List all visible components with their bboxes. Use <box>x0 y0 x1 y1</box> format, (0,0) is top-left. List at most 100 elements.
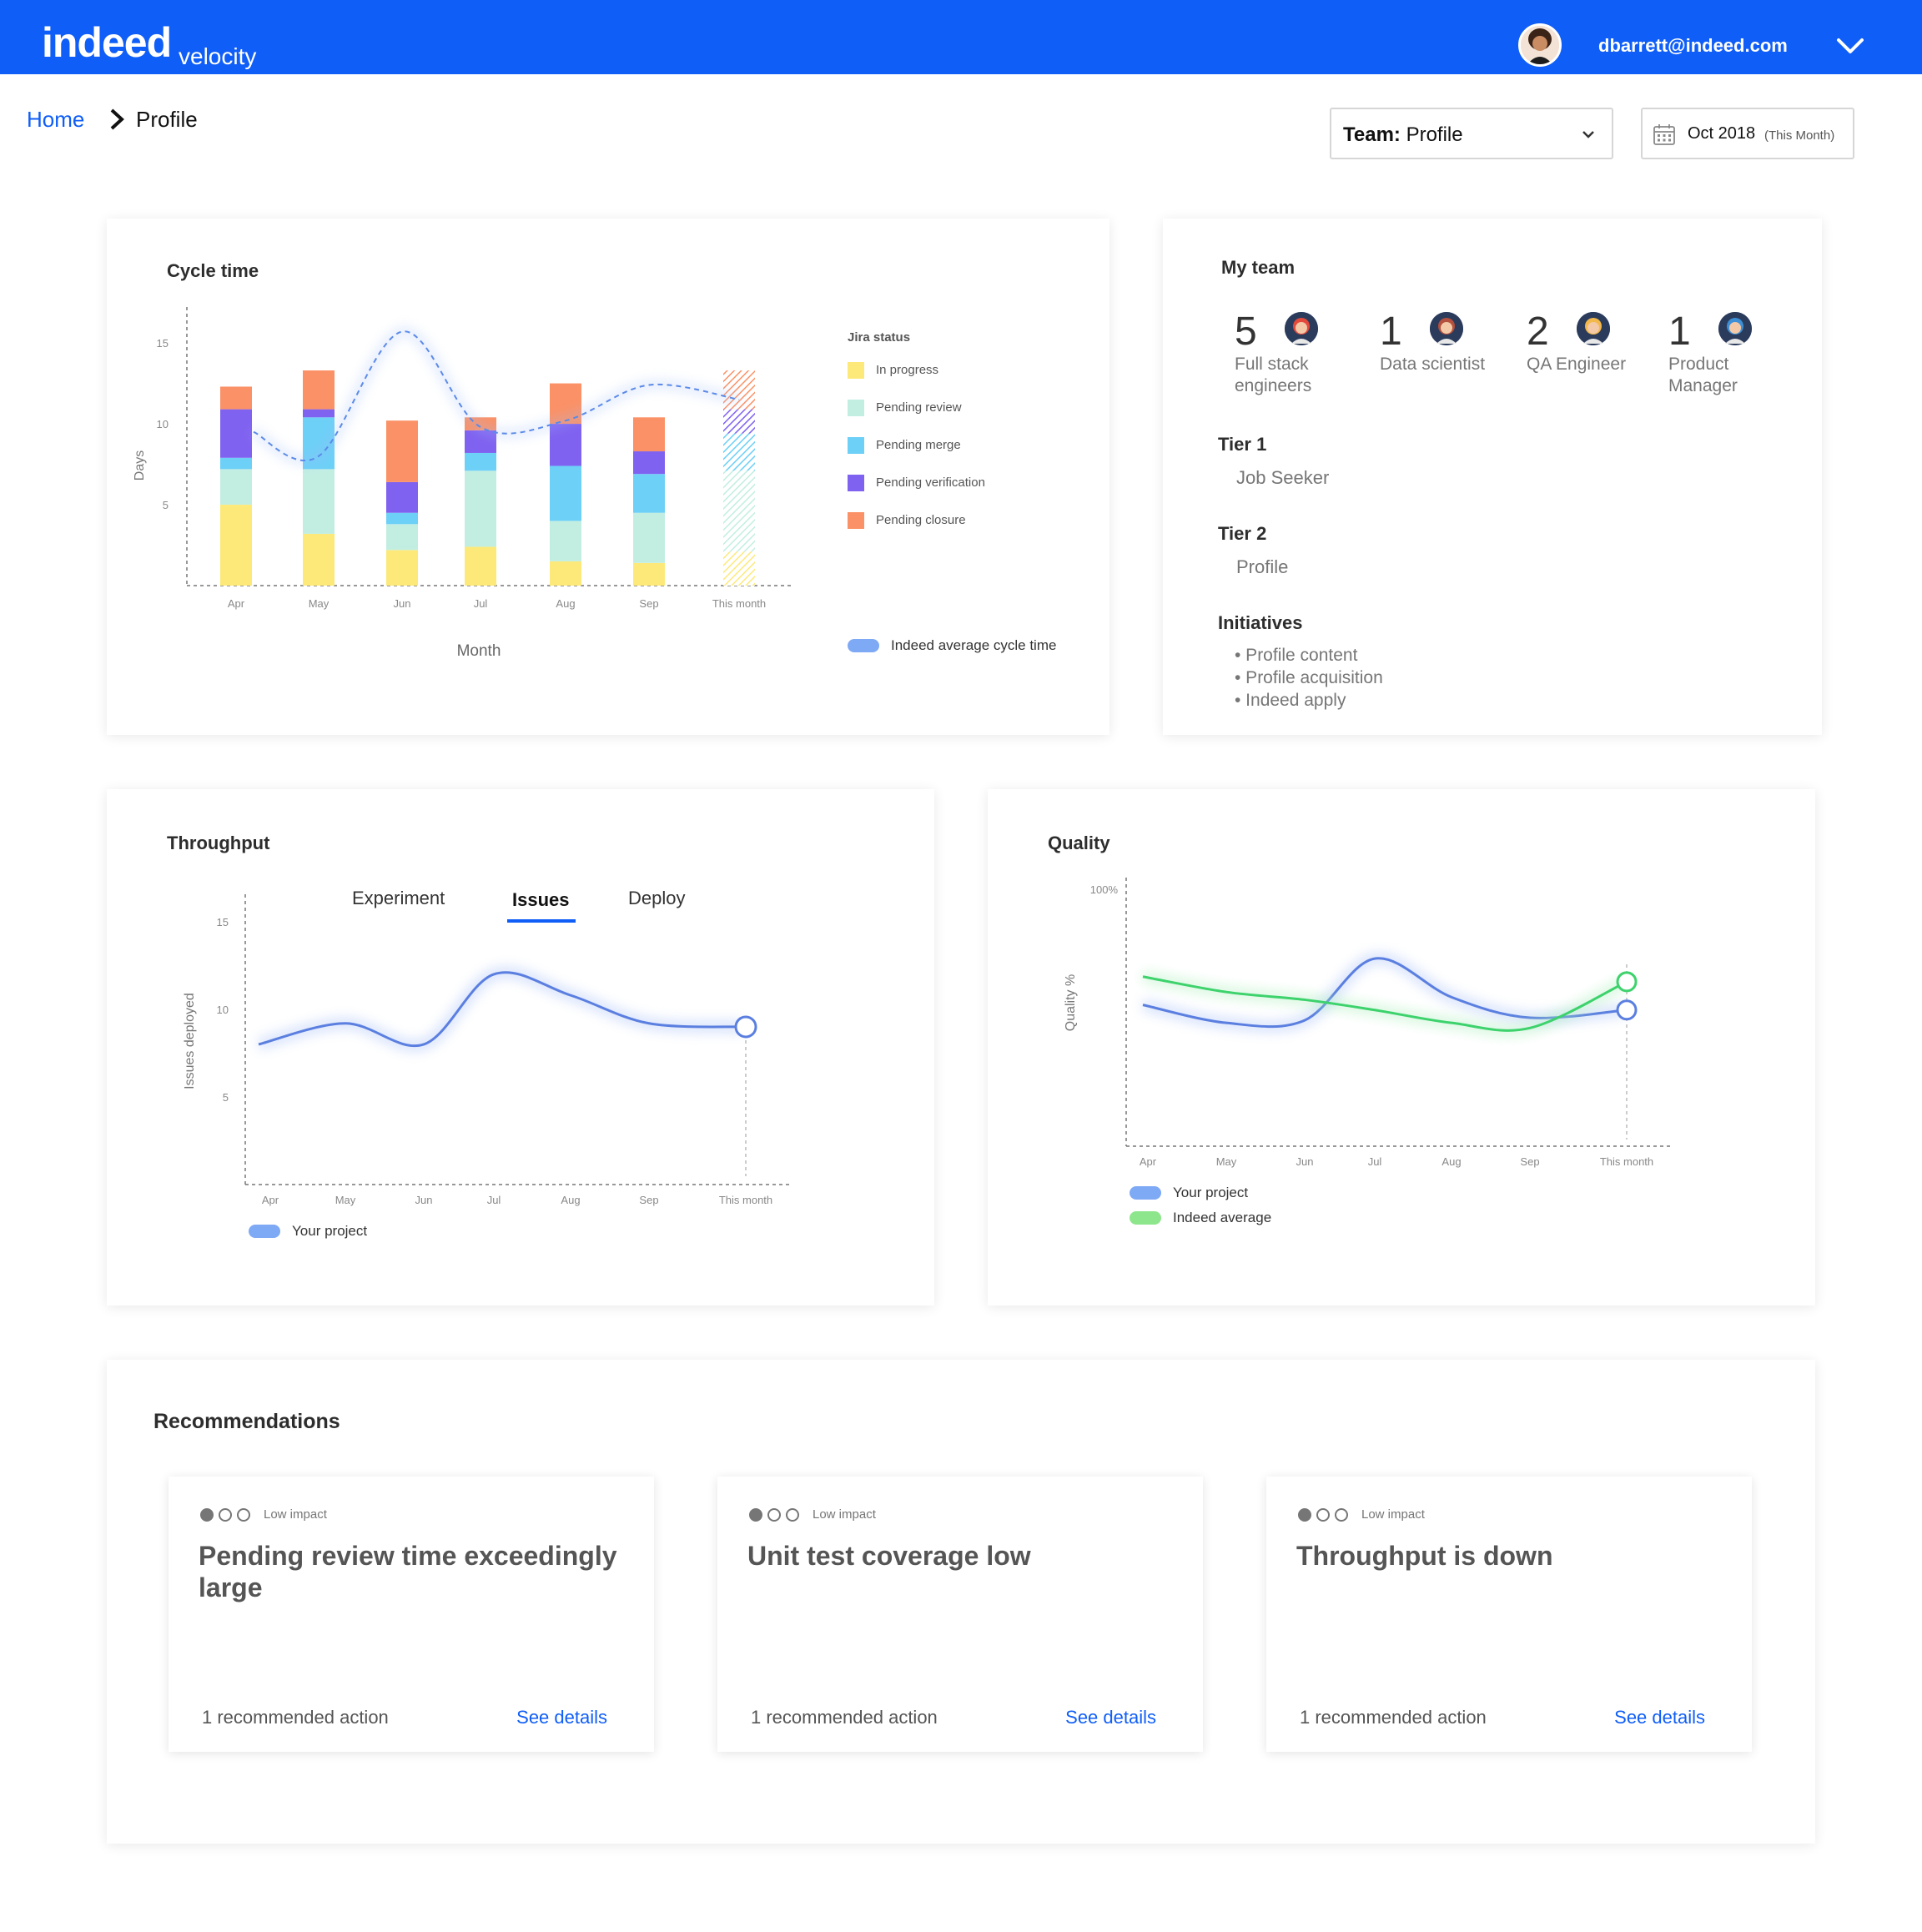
y-tick-label: 5 <box>163 499 169 511</box>
bar-segment <box>303 370 335 410</box>
quality-legend-indeed-average: Indeed average <box>1130 1208 1271 1228</box>
x-tick-label: May <box>1216 1155 1237 1168</box>
legend-pill <box>848 639 879 652</box>
jira-status-legend-title: Jira status <box>848 330 911 345</box>
x-tick-label: Sep <box>1520 1155 1539 1168</box>
legend-swatch <box>848 400 864 416</box>
x-tick-label: Jun <box>415 1194 433 1206</box>
team-select-label: Team: <box>1343 123 1401 146</box>
legend-pill <box>1130 1186 1161 1200</box>
user-avatar[interactable] <box>1518 23 1562 67</box>
team-member-count: 1 <box>1380 309 1402 354</box>
velocity-product-name: velocity <box>179 43 257 69</box>
bar-segment <box>465 546 496 586</box>
current-value-marker <box>734 1015 757 1039</box>
breadcrumb-home-link[interactable]: Home <box>27 107 84 133</box>
average-cycle-time-legend: Indeed average cycle time <box>848 636 1056 656</box>
impact-dot-filled <box>749 1508 762 1522</box>
bar-segment <box>633 417 665 452</box>
recommended-action-count: 1 recommended action <box>751 1707 938 1728</box>
initiative-item: • Profile content <box>1235 646 1358 665</box>
y-axis-label: Issues deployed <box>183 993 197 1089</box>
breadcrumb-chevron-right-icon <box>110 108 124 130</box>
legend-pill <box>249 1225 280 1238</box>
scientist-avatar-icon <box>1430 312 1463 345</box>
x-tick-label: Aug <box>556 597 575 610</box>
pm-avatar-icon <box>1718 312 1752 345</box>
y-tick-label: 10 <box>217 1004 229 1016</box>
throughput-legend: Your project <box>249 1221 367 1241</box>
recommendation-card[interactable]: Low impact Unit test coverage low 1 reco… <box>717 1477 1203 1752</box>
bar-segment <box>465 452 496 471</box>
legend-pill <box>1130 1211 1161 1225</box>
legend-label: In progress <box>876 363 939 377</box>
bar-segment <box>550 521 581 561</box>
quality-chart: 100% Quality % Apr May Jun Jul Aug Sep This mont… <box>1064 878 1673 1168</box>
impact-indicator: Low impact <box>1298 1507 1548 1523</box>
bar-segment <box>465 470 496 547</box>
legend-item: Pending merge <box>848 436 961 455</box>
recommendation-card[interactable]: Low impact Throughput is down 1 recommen… <box>1266 1477 1752 1752</box>
tier2-label: Tier 2 <box>1218 523 1267 544</box>
y-tick-label: 100% <box>1090 883 1119 896</box>
x-tick-label: Jun <box>1296 1155 1314 1168</box>
x-tick-label: Sep <box>639 597 658 610</box>
engineer-avatar-icon <box>1285 312 1318 345</box>
see-details-link[interactable]: See details <box>1614 1707 1705 1728</box>
bar-segment <box>220 469 252 506</box>
bar-segment <box>550 561 581 586</box>
average-cycle-time-legend-label: Indeed average cycle time <box>891 637 1057 653</box>
indeed-logo[interactable]: indeed <box>42 18 172 67</box>
legend-label: Pending merge <box>876 438 961 452</box>
bar-segment <box>550 424 581 466</box>
impact-indicator: Low impact <box>200 1507 450 1523</box>
breadcrumb-current: Profile <box>136 107 198 132</box>
calendar-icon <box>1653 124 1675 145</box>
tier1-label: Tier 1 <box>1218 434 1267 455</box>
bar-segment <box>633 512 665 563</box>
recommendation-title: Throughput is down <box>1296 1541 1553 1571</box>
bar-segment <box>220 386 252 410</box>
impact-dot-filled <box>1298 1508 1311 1522</box>
team-select[interactable]: Team: Profile <box>1330 108 1613 159</box>
my-team-title: My team <box>1221 257 1296 278</box>
date-select[interactable]: Oct 2018 (This Month) <box>1641 108 1854 159</box>
chevron-down-icon <box>1582 131 1594 138</box>
y-axis-label: Quality % <box>1064 974 1078 1031</box>
current-value-marker <box>1616 999 1638 1021</box>
legend-swatch <box>848 512 864 529</box>
y-tick-label: 15 <box>157 337 169 350</box>
team-member-count: 1 <box>1668 309 1691 354</box>
bar-segment <box>723 409 755 434</box>
user-email[interactable]: dbarrett@indeed.com <box>1598 35 1788 57</box>
x-tick-label: Apr <box>228 597 245 610</box>
throughput-chart: 5 10 15 Issues deployed Apr May Jun Jul Aug Sep Th… <box>183 894 792 1206</box>
see-details-link[interactable]: See details <box>516 1707 607 1728</box>
cycle-time-card: Cycle time 5 10 15 Days Month Apr May Jun Jul Aug… <box>107 219 1109 735</box>
bar-segment <box>633 451 665 475</box>
team-member-role: Product Manager <box>1668 355 1738 395</box>
impact-dot <box>1335 1508 1348 1522</box>
legend-item: In progress <box>848 361 938 380</box>
y-tick-label: 15 <box>217 916 229 928</box>
current-value-marker <box>1616 971 1638 993</box>
impact-label: Low impact <box>1361 1507 1425 1522</box>
account-chevron-down-icon[interactable] <box>1834 33 1867 58</box>
my-team-card: My team 5 Full stack engineers 1 Data scien… <box>1163 219 1822 735</box>
team-select-value: Profile <box>1406 123 1463 146</box>
recommendations-title: Recommendations <box>153 1410 340 1433</box>
y-tick-label: 10 <box>157 418 169 430</box>
avatar-face-icon <box>1718 312 1752 345</box>
x-tick-label: Aug <box>1442 1155 1461 1168</box>
x-axis-label: Month <box>457 642 501 660</box>
bar-segment <box>386 481 418 513</box>
bar-segment <box>723 433 755 471</box>
x-tick-label: This month <box>719 1194 772 1206</box>
your-project-line <box>258 971 747 1048</box>
see-details-link[interactable]: See details <box>1065 1707 1156 1728</box>
date-select-note: (This Month) <box>1764 128 1835 143</box>
bar-segment <box>220 457 252 470</box>
recommendation-card[interactable]: Low impact Pending review time exceeding… <box>169 1477 654 1752</box>
initiative-item: • Profile acquisition <box>1235 668 1383 687</box>
quality-legend-your-project: Your project <box>1130 1183 1248 1203</box>
